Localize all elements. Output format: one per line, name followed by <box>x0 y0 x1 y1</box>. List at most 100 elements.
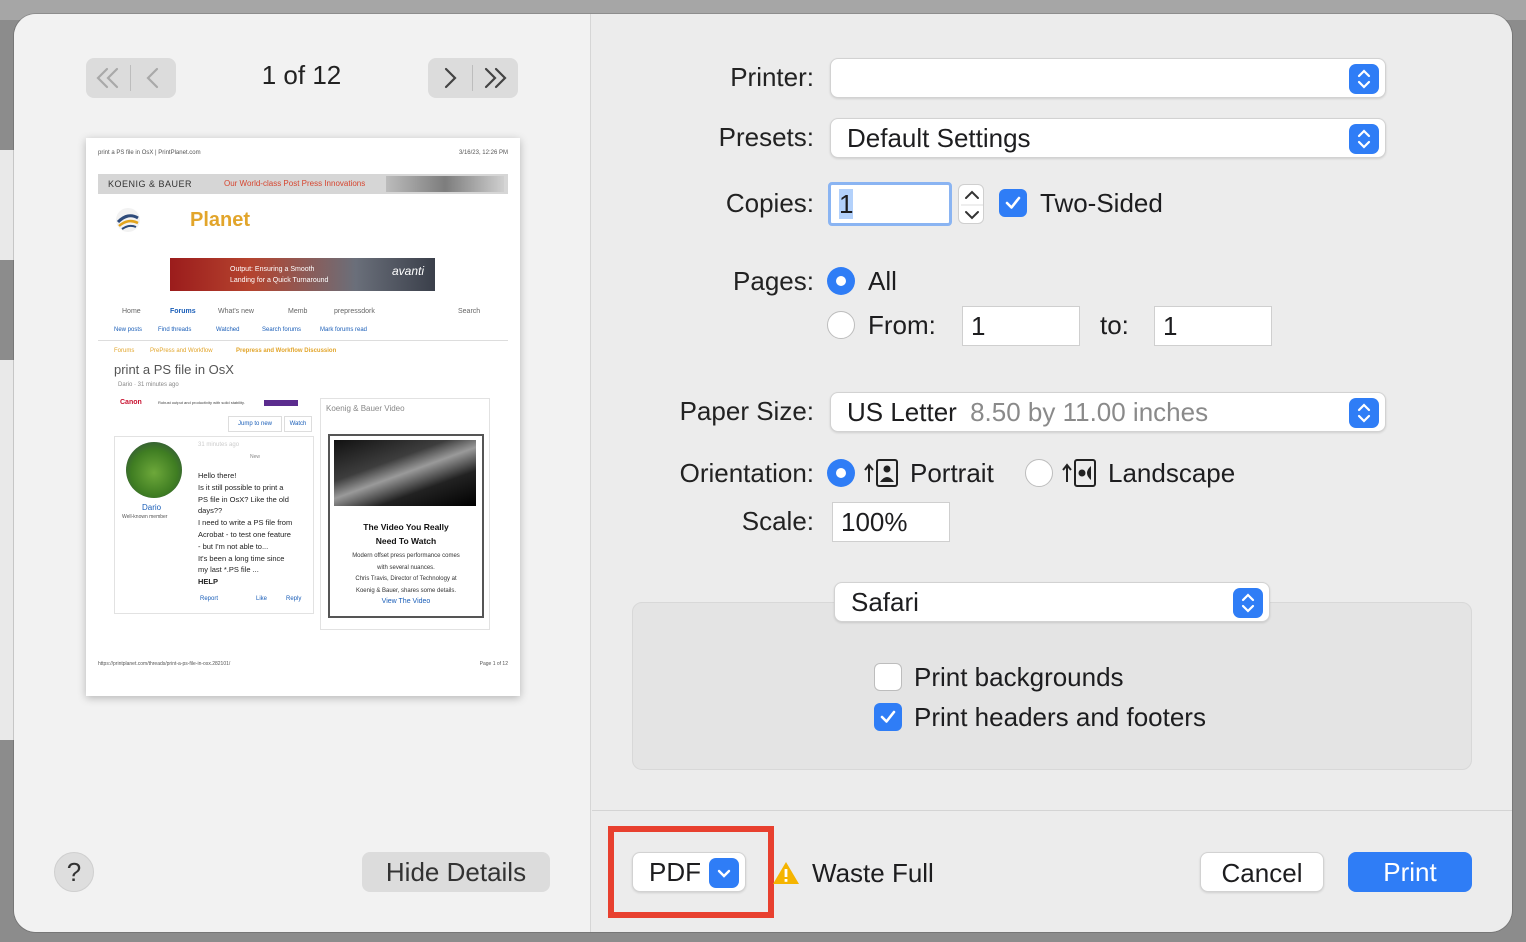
landscape-orientation-icon <box>1062 459 1096 487</box>
portrait-label: Portrait <box>910 458 994 488</box>
portrait-radio[interactable] <box>827 459 855 487</box>
avatar <box>126 442 182 498</box>
preview-nav-home: Home <box>122 308 141 315</box>
chevron-left-icon <box>146 67 159 89</box>
pages-to-label: to: <box>1100 310 1129 340</box>
preview-post-new: New <box>250 454 261 460</box>
warning-text: Waste Full <box>812 858 934 888</box>
preview-video-desc: Modern offset press performance comes wi… <box>330 551 482 597</box>
app-options-popup[interactable]: Safari <box>834 582 1270 622</box>
copies-value: 1 <box>839 189 854 219</box>
copies-stepper[interactable] <box>958 184 984 224</box>
preview-video-link: View The Video <box>381 598 431 605</box>
preview-header-right: 3/16/23, 12:26 PM <box>458 150 508 156</box>
double-chevron-right-icon <box>484 67 507 89</box>
page-indicator: 1 of 12 <box>261 60 342 90</box>
preview-nav-search: Search <box>458 308 481 315</box>
post-line: Acrobat - to test one feature <box>198 529 291 539</box>
pages-all-label: All <box>868 266 897 296</box>
landscape-radio[interactable] <box>1025 459 1053 487</box>
pages-from-field[interactable]: 1 <box>962 306 1080 346</box>
print-headers-label: Print headers and footers <box>914 702 1206 732</box>
post-line: It's been a long time since <box>198 553 285 563</box>
preview-author-name: Dario <box>142 503 162 512</box>
warning-icon <box>773 862 799 884</box>
preview-like-link: Like <box>256 596 268 602</box>
preview-forward-controls <box>428 58 518 98</box>
preview-divider <box>98 340 508 341</box>
last-page-button[interactable] <box>473 58 517 98</box>
two-sided-label: Two-Sided <box>1040 188 1163 218</box>
scale-field[interactable]: 100% <box>832 502 950 542</box>
post-line: days?? <box>198 506 223 516</box>
preview-post-time: 31 minutes ago <box>198 442 240 448</box>
preview-banner-tagline: Our World-class Post Press Innovations <box>224 179 366 188</box>
preview-sidebar-title: Koenig & Bauer Video <box>326 404 405 413</box>
preview-watch-button: Watch <box>284 416 312 432</box>
preview-pane: 1 of 12 print a PS file in OsX | PrintPl… <box>14 14 591 932</box>
preview-banner-image <box>386 176 504 192</box>
preview-subnav-watched: Watched <box>216 327 240 333</box>
video-desc-line: with several nuances. <box>377 564 435 571</box>
pages-to-field[interactable]: 1 <box>1154 306 1272 346</box>
preview-ad-text-1: Output: Ensuring a Smooth <box>230 266 315 273</box>
pages-range-radio[interactable] <box>827 311 855 339</box>
video-desc-line: Koenig & Bauer, shares some details. <box>355 587 457 594</box>
two-sided-checkbox[interactable] <box>999 189 1027 217</box>
preview-video-title-2: Need To Watch <box>375 536 437 546</box>
preview-author-role: Well-known member <box>122 514 168 520</box>
preview-video-thumbnail <box>334 440 476 506</box>
background-window-edge <box>0 150 14 260</box>
preview-banner-brand: KOENIG & BAUER <box>108 179 193 189</box>
landscape-label: Landscape <box>1108 458 1236 488</box>
highlight-annotation <box>608 826 774 918</box>
printer-popup[interactable] <box>830 58 1386 98</box>
preview-ad-text-2: Landing for a Quick Turnaround <box>230 277 329 284</box>
paper-size-label: Paper Size: <box>679 396 814 426</box>
preview-ad-brand: avanti <box>392 264 425 278</box>
paper-size-popup[interactable]: US Letter 8.50 by 11.00 inches <box>830 392 1386 432</box>
first-page-button[interactable] <box>86 58 130 98</box>
preview-canon-button <box>264 400 298 406</box>
checkmark-icon <box>880 710 896 723</box>
double-chevron-left-icon <box>96 67 119 89</box>
preview-subnav-find-threads: Find threads <box>158 327 192 333</box>
preview-thread-meta: Dario · 31 minutes ago <box>118 382 179 388</box>
settings-pane: Printer: Presets: Default Settings Copie… <box>592 14 1512 932</box>
post-line: Is it still possible to print a <box>198 482 284 492</box>
post-line: HELP <box>198 577 219 587</box>
preview-report-link: Report <box>200 596 219 602</box>
popup-stepper-icon <box>1349 398 1379 428</box>
preview-subnav-mark-read: Mark forums read <box>320 327 368 333</box>
post-line: PS file in OsX? Like the old <box>198 494 289 504</box>
pages-all-radio[interactable] <box>827 267 855 295</box>
previous-page-button[interactable] <box>131 58 175 98</box>
post-line: I need to write a PS file from <box>198 518 293 528</box>
popup-stepper-icon <box>1233 588 1263 618</box>
preview-breadcrumb-3: Prepress and Workflow Discussion <box>236 348 337 354</box>
presets-value: Default Settings <box>847 123 1031 153</box>
print-backgrounds-label: Print backgrounds <box>914 662 1124 692</box>
print-backgrounds-checkbox[interactable] <box>874 663 902 691</box>
preview-back-controls <box>86 58 176 98</box>
hide-details-button[interactable]: Hide Details <box>362 852 550 892</box>
help-button[interactable]: ? <box>54 852 94 892</box>
popup-stepper-icon <box>1349 64 1379 94</box>
preview-thread-title: print a PS file in OsX <box>114 362 234 377</box>
next-page-button[interactable] <box>428 58 472 98</box>
copies-field[interactable]: 1 <box>828 182 952 226</box>
print-button[interactable]: Print <box>1348 852 1472 892</box>
paper-size-value: US Letter <box>847 397 957 427</box>
orientation-label: Orientation: <box>679 458 814 488</box>
preview-canon-brand: Canon <box>120 399 142 406</box>
portrait-orientation-icon <box>864 459 898 487</box>
preview-nav-whats-new: What's new <box>218 308 254 315</box>
print-headers-checkbox[interactable] <box>874 703 902 731</box>
video-desc-line: Chris Travis, Director of Technology at <box>355 576 457 582</box>
checkmark-icon <box>1005 196 1021 209</box>
video-desc-line: Modern offset press performance comes <box>352 553 460 559</box>
cancel-button[interactable]: Cancel <box>1200 852 1324 892</box>
preview-footer-right: Page 1 of 12 <box>479 661 508 667</box>
presets-popup[interactable]: Default Settings <box>830 118 1386 158</box>
app-options-value: Safari <box>851 587 919 617</box>
